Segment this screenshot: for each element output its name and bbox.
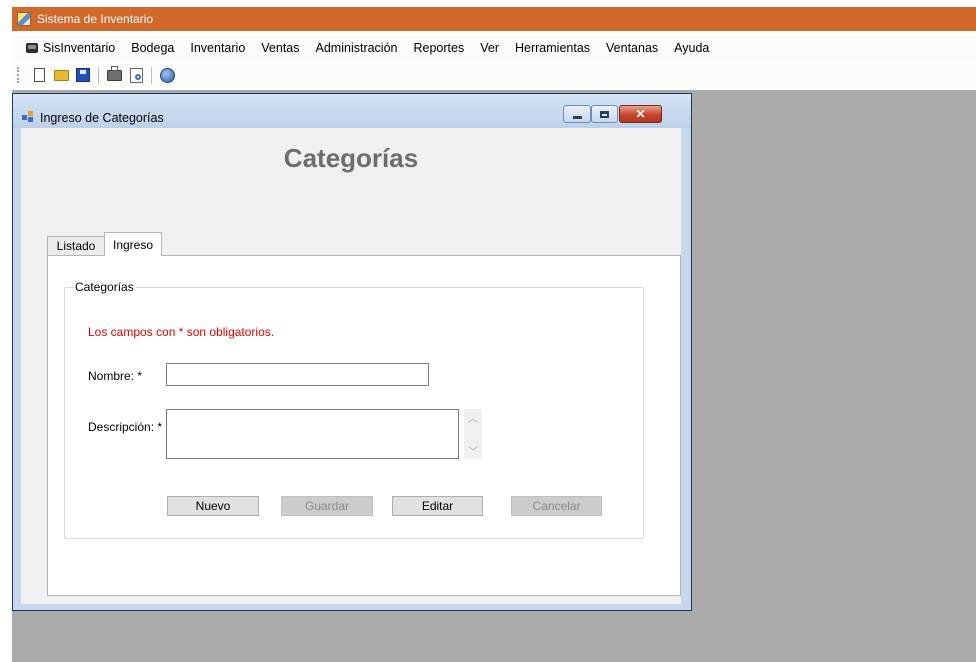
- groupbox-legend: Categorías: [73, 280, 136, 294]
- form-client-area: Categorías Listado Ingreso Categorías Lo…: [21, 128, 681, 604]
- help-icon: [159, 67, 175, 83]
- system-icon: [26, 43, 38, 53]
- minimize-button[interactable]: [563, 105, 591, 123]
- descripcion-label: Descripción: *: [88, 420, 163, 434]
- child-window-categorias: Ingreso de Categorías ✕ Categorías Lista…: [12, 93, 692, 611]
- page-title: Categorías: [283, 143, 419, 173]
- cancelar-button[interactable]: Cancelar: [511, 496, 602, 516]
- nuevo-button[interactable]: Nuevo: [167, 496, 259, 516]
- menubar: SisInventario Bodega Inventario Ventas A…: [12, 36, 976, 60]
- open-icon: [53, 69, 69, 81]
- categorias-groupbox: Categorías Los campos con * son obligato…: [64, 280, 644, 539]
- child-window-title: Ingreso de Categorías: [40, 111, 164, 125]
- descripcion-scrollbar[interactable]: ︿ ﹀: [464, 409, 482, 459]
- close-icon: ✕: [635, 107, 646, 121]
- menu-ventas[interactable]: Ventas: [253, 41, 307, 55]
- guardar-button[interactable]: Guardar: [281, 496, 373, 516]
- child-titlebar[interactable]: Ingreso de Categorías ✕: [13, 94, 691, 128]
- minimize-icon: [572, 115, 582, 119]
- close-button[interactable]: ✕: [619, 105, 662, 123]
- scroll-up-icon[interactable]: ︿: [464, 409, 482, 426]
- open-button[interactable]: [53, 67, 69, 83]
- menu-ayuda[interactable]: Ayuda: [666, 41, 717, 55]
- new-button[interactable]: [31, 67, 47, 83]
- menu-ver[interactable]: Ver: [472, 41, 507, 55]
- scroll-down-icon[interactable]: ﹀: [464, 442, 482, 459]
- tab-listado[interactable]: Listado: [47, 236, 105, 255]
- descripcion-input[interactable]: [166, 409, 459, 459]
- nombre-input[interactable]: [166, 363, 429, 386]
- maximize-button[interactable]: [591, 105, 618, 123]
- tab-page-ingreso: Categorías Los campos con * son obligato…: [47, 255, 681, 596]
- menu-administracion[interactable]: Administración: [308, 41, 406, 55]
- maximize-icon: [600, 110, 609, 118]
- toolbar-separator: [151, 66, 152, 84]
- print-preview-button[interactable]: [128, 67, 144, 83]
- save-icon: [76, 68, 90, 82]
- nombre-label: Nombre: *: [88, 369, 143, 383]
- save-button[interactable]: [75, 67, 91, 83]
- form-icon: [22, 111, 34, 122]
- menu-reportes[interactable]: Reportes: [406, 41, 473, 55]
- print-button[interactable]: [106, 65, 122, 83]
- app-icon: [17, 12, 31, 26]
- menu-ventanas[interactable]: Ventanas: [598, 41, 666, 55]
- app-titlebar: Sistema de Inventario: [12, 7, 976, 31]
- print-icon: [106, 65, 122, 81]
- menu-bodega[interactable]: Bodega: [123, 41, 182, 55]
- toolbar-separator: [98, 66, 99, 84]
- toolbar-grip[interactable]: [17, 67, 22, 83]
- app-title: Sistema de Inventario: [37, 12, 154, 26]
- menu-herramientas[interactable]: Herramientas: [507, 41, 598, 55]
- help-button[interactable]: [159, 67, 175, 83]
- editar-button[interactable]: Editar: [392, 496, 483, 516]
- toolbar: [12, 62, 976, 88]
- new-icon: [33, 68, 45, 82]
- menu-sisinventario-label: SisInventario: [43, 41, 116, 55]
- print-preview-icon: [129, 67, 143, 83]
- menu-inventario[interactable]: Inventario: [182, 41, 253, 55]
- descripcion-field: ︿ ﹀: [166, 409, 484, 459]
- required-fields-note: Los campos con * son obligatorios.: [88, 325, 275, 339]
- tab-ingreso[interactable]: Ingreso: [104, 232, 162, 256]
- menu-sisinventario[interactable]: SisInventario: [12, 41, 123, 55]
